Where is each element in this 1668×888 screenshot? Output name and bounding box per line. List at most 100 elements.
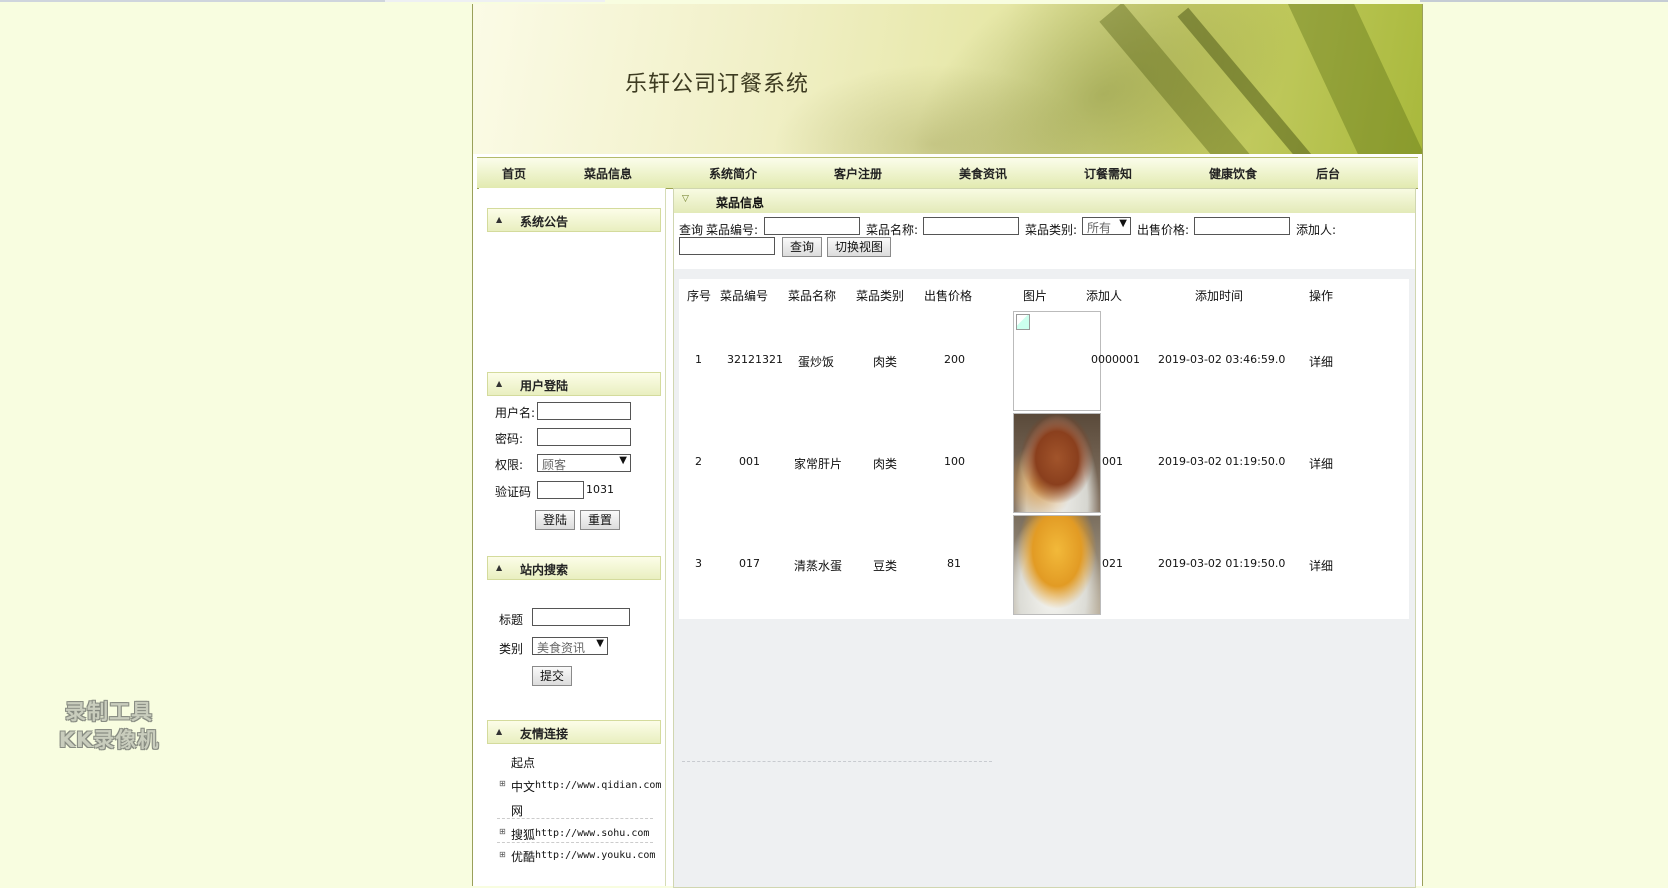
col-header: 添加时间 (1195, 289, 1244, 303)
table-row: 3 017 清蒸水蛋 豆类 81 021 2019-03-02 01:19:50… (679, 511, 1409, 619)
nav-dishes[interactable]: 菜品信息 (584, 165, 632, 182)
notice-title: 系统公告 (520, 215, 569, 229)
link-url[interactable]: http://www.qidian.com (535, 780, 661, 791)
username-input[interactable] (537, 402, 631, 420)
link-name[interactable]: 中文 (511, 778, 535, 795)
role-select-value: 顾客 (542, 458, 567, 472)
site-search-submit-button[interactable]: 提交 (532, 666, 572, 686)
detail-link[interactable]: 详细 (1309, 353, 1333, 370)
detail-link[interactable]: 详细 (1309, 455, 1333, 472)
site-search-header: ▲ 站内搜索 (487, 556, 661, 580)
category-select-value: 美食资讯 (537, 641, 586, 655)
dish-image-broken (1013, 311, 1101, 411)
switch-view-button[interactable]: 切换视图 (827, 237, 891, 257)
cell-adder: 021 (1102, 557, 1123, 570)
left-sidebar: ▲ 系统公告 ▲ 用户登陆 用户名: 密码: 权限: 顾客 ▼ 验证码 1031… (479, 188, 666, 886)
dish-category-value: 所有 (1087, 221, 1112, 235)
links-title: 友情连接 (520, 727, 569, 741)
nav-about[interactable]: 系统简介 (709, 165, 757, 182)
nav-order-notice[interactable]: 订餐需知 (1084, 165, 1132, 182)
dishes-title: 菜品信息 (716, 196, 765, 210)
collapse-triangle-icon: ▲ (496, 727, 503, 736)
link-divider (497, 818, 653, 819)
adder-input[interactable] (679, 237, 775, 255)
bullet-icon: ⊞ (499, 779, 506, 788)
expand-triangle-icon: ▽ (682, 194, 689, 204)
cell-code: 001 (739, 455, 760, 468)
cell-adder: 001 (1102, 455, 1123, 468)
page-container: 乐轩公司订餐系统 首页 菜品信息 系统简介 客户注册 美食资讯 订餐需知 健康饮… (472, 4, 1423, 888)
login-header: ▲ 用户登陆 (487, 372, 661, 396)
browser-top-strip (1420, 0, 1668, 2)
dropdown-arrow-icon: ▼ (619, 455, 627, 466)
bullet-icon: ⊞ (499, 827, 506, 836)
cell-category: 肉类 (873, 355, 898, 369)
dish-image (1013, 413, 1101, 513)
site-search-category-select[interactable]: 美食资讯 ▼ (532, 637, 608, 655)
col-header: 菜品名称 (788, 289, 837, 303)
collapse-triangle-icon: ▲ (496, 215, 503, 224)
link-name[interactable]: 搜狐 (511, 826, 535, 843)
password-label: 密码: (495, 432, 524, 446)
col-header: 菜品编号 (720, 289, 769, 303)
code-label: 菜品编号: (706, 223, 759, 237)
captcha-label: 验证码 (495, 485, 532, 499)
role-label: 权限: (495, 458, 524, 472)
captcha-input[interactable] (537, 481, 584, 499)
dish-code-input[interactable] (764, 217, 860, 235)
main-nav: 首页 菜品信息 系统简介 客户注册 美食资讯 订餐需知 健康饮食 后台 (477, 157, 1418, 189)
link-url[interactable]: http://www.youku.com (535, 850, 655, 861)
collapse-triangle-icon: ▲ (496, 379, 503, 388)
link-suffix[interactable]: 网 (511, 802, 523, 819)
username-label: 用户名: (495, 406, 536, 420)
link-name[interactable]: 优酷 (511, 848, 535, 865)
cell-adder: 0000001 (1091, 353, 1140, 366)
col-header: 序号 (687, 289, 712, 303)
nav-home[interactable]: 首页 (502, 165, 526, 182)
dishes-table: 序号 菜品编号 菜品名称 菜品类别 出售价格 图片 添加人 添加时间 操作 1 … (679, 279, 1409, 619)
cell-name: 家常肝片 (794, 457, 843, 471)
recorder-watermark: 录制工具 KK录像机 (34, 698, 184, 754)
link-url[interactable]: http://www.sohu.com (535, 828, 649, 839)
nav-food-news[interactable]: 美食资讯 (959, 165, 1007, 182)
cell-no: 3 (695, 557, 702, 570)
cell-price: 200 (944, 353, 965, 366)
detail-link[interactable]: 详细 (1309, 557, 1333, 574)
login-button[interactable]: 登陆 (535, 510, 575, 530)
name-label: 菜品名称: (866, 223, 919, 237)
dish-name-input[interactable] (923, 217, 1019, 235)
links-header: ▲ 友情连接 (487, 720, 661, 744)
captcha-code: 1031 (586, 483, 614, 496)
password-input[interactable] (537, 428, 631, 446)
link-divider (497, 842, 653, 843)
cell-price: 100 (944, 455, 965, 468)
main-content: ▽ 菜品信息 查询 菜品编号: 菜品名称: 菜品类别: 所有 ▼ 出售价格: 添… (673, 188, 1416, 888)
dish-search-bar: 查询 菜品编号: 菜品名称: 菜品类别: 所有 ▼ 出售价格: 添加人: 查询 … (674, 213, 1415, 269)
cell-name: 清蒸水蛋 (794, 559, 843, 573)
query-label: 查询 (679, 223, 704, 237)
site-search-title-input[interactable] (532, 608, 630, 626)
site-search-title: 站内搜索 (520, 563, 569, 577)
dishes-header: ▽ 菜品信息 (674, 189, 1415, 214)
watermark-line1: 录制工具 (65, 700, 153, 724)
nav-register[interactable]: 客户注册 (834, 165, 882, 182)
col-header: 出售价格 (924, 289, 973, 303)
collapse-triangle-icon: ▲ (496, 563, 503, 572)
nav-healthy-diet[interactable]: 健康饮食 (1209, 165, 1257, 182)
query-button[interactable]: 查询 (782, 237, 822, 257)
cell-time: 2019-03-02 01:19:50.0 (1158, 455, 1286, 468)
search-title-label: 标题 (499, 613, 524, 627)
col-header: 图片 (1023, 289, 1048, 303)
role-select[interactable]: 顾客 ▼ (537, 454, 631, 472)
price-input[interactable] (1194, 217, 1290, 235)
category-label: 菜品类别: (1025, 223, 1078, 237)
reset-button[interactable]: 重置 (580, 510, 620, 530)
dish-category-select[interactable]: 所有 ▼ (1082, 217, 1131, 235)
nav-admin[interactable]: 后台 (1316, 165, 1340, 182)
notice-header: ▲ 系统公告 (487, 208, 661, 232)
search-category-label: 类别 (499, 642, 524, 656)
cell-time: 2019-03-02 01:19:50.0 (1158, 557, 1286, 570)
banner-decoration (1285, 4, 1422, 154)
table-row: 1 32121321 蛋炒饭 肉类 200 0000001 2019-03-02… (679, 307, 1409, 415)
browser-top-strip (385, 0, 605, 2)
